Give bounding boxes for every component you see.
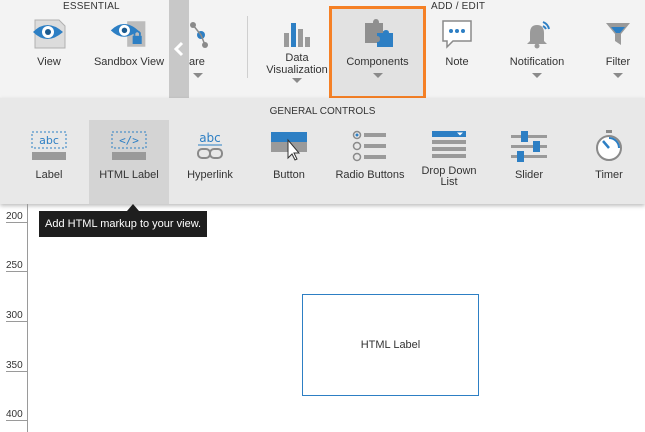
general-controls-panel: GENERAL CONTROLS abc Label </> HTML Labe… bbox=[0, 98, 645, 204]
hyperlink-control[interactable]: abc Hyperlink bbox=[178, 120, 242, 204]
timer-control[interactable]: Timer bbox=[580, 120, 638, 204]
note-button[interactable]: Note bbox=[431, 10, 483, 94]
timer-control-label: Timer bbox=[595, 169, 623, 181]
hyperlink-control-label: Hyperlink bbox=[187, 169, 233, 181]
view-label: View bbox=[37, 56, 61, 68]
eye-icon bbox=[29, 12, 69, 56]
chevron-down-icon bbox=[193, 73, 203, 78]
bar-chart-icon bbox=[277, 12, 317, 56]
dropdown-list-control-label-line2: List bbox=[440, 176, 458, 188]
sandbox-view-button[interactable]: Sandbox View bbox=[92, 10, 166, 94]
notification-label: Notification bbox=[509, 56, 565, 68]
eye-lock-icon bbox=[109, 12, 149, 56]
tooltip-arrow bbox=[127, 204, 139, 211]
html-label-icon: </> bbox=[107, 126, 151, 166]
note-label: Note bbox=[445, 56, 469, 68]
html-label-tooltip: Add HTML markup to your view. bbox=[39, 211, 208, 237]
slider-icon bbox=[507, 126, 551, 166]
note-icon bbox=[437, 12, 477, 56]
button-control-label: Button bbox=[273, 169, 305, 181]
ribbon-divider bbox=[247, 16, 248, 78]
button-icon bbox=[267, 126, 311, 166]
label-icon: abc bbox=[27, 126, 71, 166]
hyperlink-icon: abc bbox=[188, 126, 232, 166]
ruler-line bbox=[27, 204, 28, 432]
puzzle-icon bbox=[358, 12, 398, 56]
ruler-tick: 300 bbox=[6, 310, 27, 322]
chevron-down-icon bbox=[532, 73, 542, 78]
svg-text:abc: abc bbox=[39, 134, 59, 147]
html-label-widget-text: HTML Label bbox=[360, 339, 421, 351]
share-button[interactable]: are bbox=[189, 10, 215, 94]
dropdown-list-icon bbox=[427, 126, 471, 166]
slider-control[interactable]: Slider bbox=[498, 120, 560, 204]
filter-label: Filter bbox=[605, 56, 631, 68]
ruler-tick: 250 bbox=[6, 260, 27, 272]
funnel-icon bbox=[598, 12, 638, 56]
svg-text:</>: </> bbox=[119, 134, 139, 147]
filter-button[interactable]: Filter bbox=[598, 10, 638, 94]
view-button[interactable]: View bbox=[22, 10, 76, 94]
chevron-down-icon bbox=[292, 78, 302, 83]
share-label: are bbox=[189, 56, 205, 68]
chevron-down-icon bbox=[372, 73, 383, 78]
toolbar-ribbon: ESSENTIAL ADD / EDIT View Sandbox View a… bbox=[0, 0, 645, 99]
components-label: Components bbox=[346, 56, 409, 68]
ruler-tick: 350 bbox=[6, 360, 27, 372]
dropdown-list-control[interactable]: Drop Down List bbox=[416, 120, 482, 204]
bell-icon bbox=[517, 12, 557, 56]
slider-control-label: Slider bbox=[514, 169, 544, 181]
notification-button[interactable]: Notification bbox=[502, 10, 572, 94]
data-visualization-button[interactable]: Data Visualization bbox=[262, 10, 332, 94]
panel-title: GENERAL CONTROLS bbox=[269, 106, 376, 117]
chevron-left-icon bbox=[174, 41, 184, 57]
label-control[interactable]: abc Label bbox=[16, 120, 82, 204]
timer-icon bbox=[587, 126, 631, 166]
radio-buttons-control-label: Radio Buttons bbox=[335, 169, 405, 181]
chevron-down-icon bbox=[613, 73, 623, 78]
components-button[interactable]: Components bbox=[329, 6, 426, 99]
html-label-control[interactable]: </> HTML Label bbox=[89, 120, 169, 204]
sandbox-view-label: Sandbox View bbox=[93, 56, 165, 68]
share-icon bbox=[189, 12, 215, 56]
vertical-ruler: 200 250 300 350 400 bbox=[0, 204, 28, 432]
ruler-tick: 400 bbox=[6, 409, 27, 421]
svg-text:abc: abc bbox=[199, 131, 221, 145]
html-label-control-label: HTML Label bbox=[99, 169, 159, 181]
data-visualization-label: Data Visualization bbox=[266, 52, 328, 76]
radio-buttons-control[interactable]: Radio Buttons bbox=[331, 120, 409, 204]
label-control-label: Label bbox=[35, 169, 63, 181]
radio-buttons-icon bbox=[348, 126, 392, 166]
html-label-widget[interactable]: HTML Label bbox=[302, 294, 479, 396]
components-inner: Components bbox=[332, 10, 423, 94]
button-control[interactable]: Button bbox=[257, 120, 321, 204]
ruler-tick: 200 bbox=[6, 211, 27, 223]
ribbon-scroll-left-button[interactable] bbox=[169, 0, 189, 98]
